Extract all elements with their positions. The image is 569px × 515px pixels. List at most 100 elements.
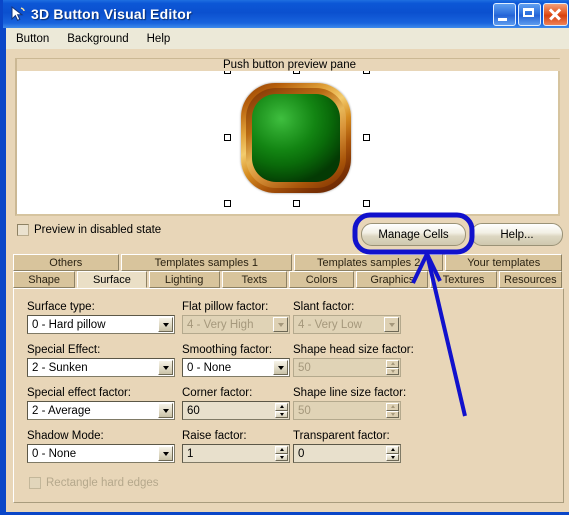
menu-item-background[interactable]: Background [59,31,136,47]
tab-surface[interactable]: Surface [77,271,147,288]
shape-line-size-factor-field: Shape line size factor: 50 [293,387,407,420]
help-button[interactable]: Help... [471,223,563,246]
checkbox-box [29,477,41,489]
chevron-down-icon[interactable] [158,403,173,418]
raise-factor-label: Raise factor: [182,430,247,442]
chevron-down-icon[interactable] [273,360,288,375]
spinner-arrows-icon[interactable] [275,403,288,418]
flat-pillow-factor-label: Flat pillow factor: [182,301,269,313]
shape-head-size-factor-field: Shape head size factor: 50 [293,344,414,377]
transparent-factor-spinner[interactable]: 0 [293,444,401,463]
tab-shape[interactable]: Shape [13,271,76,288]
caption-buttons [493,3,568,26]
spinner-arrows-icon[interactable] [386,446,399,461]
chevron-down-icon[interactable] [158,360,173,375]
tab-textures[interactable]: Textures [430,271,497,288]
shape-line-size-factor-value: 50 [298,404,311,417]
special-effect-label: Special Effect: [27,344,101,356]
button-preview-artwork[interactable] [241,83,351,193]
corner-factor-label: Corner factor: [182,387,253,399]
chevron-down-icon[interactable] [158,446,173,461]
tab-graphics[interactable]: Graphics [356,271,429,288]
selection-handle-sw[interactable] [224,200,231,207]
tab-others[interactable]: Others [13,254,119,271]
spinner-arrows-icon[interactable] [275,446,288,461]
chevron-down-icon[interactable] [158,317,173,332]
raise-factor-value: 1 [187,447,194,460]
shadow-mode-combo[interactable]: 0 - None [27,444,175,463]
raise-factor-spinner[interactable]: 1 [182,444,290,463]
slant-factor-field: Slant factor: 4 - Very Low [293,301,401,334]
smoothing-factor-label: Smoothing factor: [182,344,273,356]
client-area: Push button preview pane Preview in disa… [6,49,569,512]
selection-handle-n[interactable] [293,71,300,74]
transparent-factor-label: Transparent factor: [293,430,390,442]
shadow-mode-label: Shadow Mode: [27,430,104,442]
smoothing-factor-field: Smoothing factor: 0 - None [182,344,290,377]
special-effect-factor-label: Special effect factor: [27,387,131,399]
manage-cells-button[interactable]: Manage Cells [361,223,466,246]
rectangle-hard-edges-checkbox: Rectangle hard edges [29,477,159,489]
special-effect-field: Special Effect: 2 - Sunken [27,344,175,377]
spinner-arrows-icon [386,403,399,418]
flat-pillow-factor-field: Flat pillow factor: 4 - Very High [182,301,290,334]
corner-factor-spinner[interactable]: 60 [182,401,290,420]
surface-type-value: 0 - Hard pillow [32,318,106,331]
button-face [252,94,340,182]
tab-your-templates[interactable]: Your templates [445,254,562,271]
special-effect-factor-field: Special effect factor: 2 - Average [27,387,175,420]
tab-colors[interactable]: Colors [288,271,355,288]
preview-disabled-checkbox[interactable]: Preview in disabled state [17,224,161,236]
corner-factor-value: 60 [187,404,200,417]
tab-lighting[interactable]: Lighting [148,271,220,288]
shape-line-size-factor-label: Shape line size factor: [293,387,407,399]
shadow-mode-value: 0 - None [32,447,77,460]
slant-factor-label: Slant factor: [293,301,355,313]
slant-factor-value: 4 - Very Low [298,318,362,331]
slant-factor-combo: 4 - Very Low [293,315,401,334]
shape-line-size-factor-spinner: 50 [293,401,401,420]
smoothing-factor-combo[interactable]: 0 - None [182,358,290,377]
close-icon[interactable] [543,3,568,26]
app-pointer-icon [9,5,27,23]
preview-canvas[interactable] [19,71,558,214]
preview-group-box: Push button preview pane [15,58,562,216]
special-effect-factor-value: 2 - Average [32,404,91,417]
tab-templates-samples-2[interactable]: Templates samples 2 [293,254,444,271]
flat-pillow-factor-value: 4 - Very High [187,318,254,331]
chevron-down-icon [273,317,288,332]
menu-bar: Button Background Help [6,28,569,50]
corner-factor-field: Corner factor: 60 [182,387,290,420]
rectangle-hard-edges-label: Rectangle hard edges [46,477,159,489]
special-effect-value: 2 - Sunken [32,361,88,374]
transparent-factor-field: Transparent factor: 0 [293,430,401,463]
selection-handle-ne[interactable] [363,71,370,74]
special-effect-combo[interactable]: 2 - Sunken [27,358,175,377]
surface-tab-page: Surface type: 0 - Hard pillow Flat pillo… [13,288,564,503]
selection-handle-nw[interactable] [224,71,231,74]
selection-handle-s[interactable] [293,200,300,207]
shadow-mode-field: Shadow Mode: 0 - None [27,430,175,463]
selection-handle-se[interactable] [363,200,370,207]
raise-factor-field: Raise factor: 1 [182,430,290,463]
special-effect-factor-combo[interactable]: 2 - Average [27,401,175,420]
chevron-down-icon [384,317,399,332]
app-window: 3D Button Visual Editor Button Backgroun… [0,0,569,515]
tab-texts[interactable]: Texts [221,271,287,288]
shape-head-size-factor-label: Shape head size factor: [293,344,414,356]
maximize-icon[interactable] [518,3,541,26]
title-bar: 3D Button Visual Editor [3,0,569,28]
transparent-factor-value: 0 [298,447,305,460]
selection-handle-e[interactable] [363,134,370,141]
smoothing-factor-value: 0 - None [187,361,232,374]
menu-item-help[interactable]: Help [139,31,179,47]
selection-handle-w[interactable] [224,134,231,141]
minimize-icon[interactable] [493,3,516,26]
tab-templates-samples-1[interactable]: Templates samples 1 [120,254,292,271]
spinner-arrows-icon [386,360,399,375]
surface-type-combo[interactable]: 0 - Hard pillow [27,315,175,334]
window-title: 3D Button Visual Editor [31,6,192,22]
checkbox-box[interactable] [17,224,29,236]
tab-resources[interactable]: Resources [498,271,562,288]
menu-item-button[interactable]: Button [8,31,57,47]
